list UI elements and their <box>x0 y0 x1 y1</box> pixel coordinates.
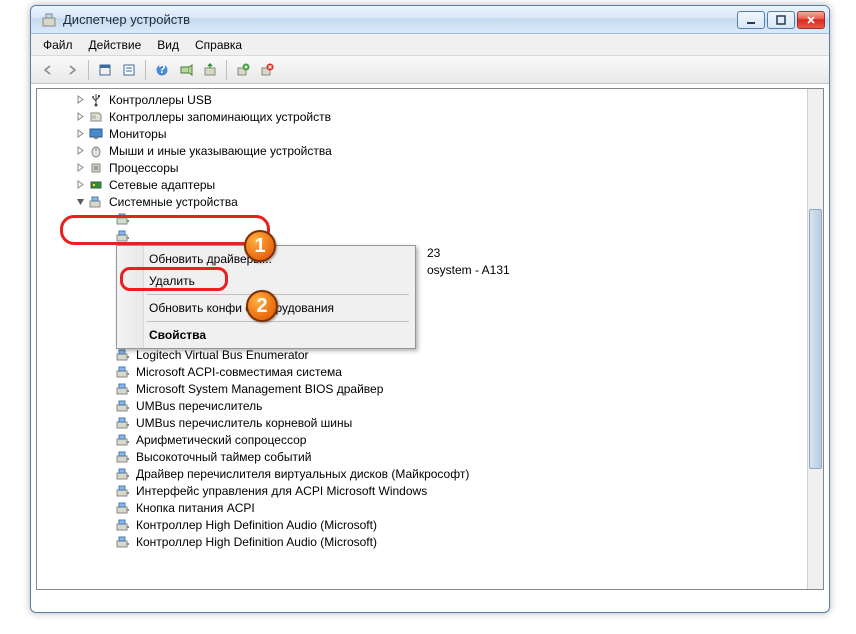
device-label: Кнопка питания ACPI <box>134 501 257 515</box>
device-label: Logitech Virtual Bus Enumerator <box>134 348 311 362</box>
category-icon <box>88 177 104 193</box>
device-icon <box>115 466 131 482</box>
device-icon <box>115 432 131 448</box>
category-icon <box>88 194 104 210</box>
category-label: Сетевые адаптеры <box>107 178 217 192</box>
app-icon <box>41 12 57 28</box>
uninstall-button[interactable] <box>232 59 254 81</box>
collapse-icon[interactable] <box>75 196 86 207</box>
category-label: Мониторы <box>107 127 168 141</box>
titlebar[interactable]: Диспетчер устройств <box>31 6 829 34</box>
device-label: Контроллер High Definition Audio (Micros… <box>134 518 379 532</box>
device-label: UMBus перечислитель корневой шины <box>134 416 354 430</box>
device-icon <box>115 398 131 414</box>
device-icon <box>115 415 131 431</box>
category-icon <box>88 109 104 125</box>
cm-uninstall[interactable]: Удалить <box>119 270 413 292</box>
forward-button[interactable] <box>61 59 83 81</box>
tree-device-row[interactable]: Высокоточный таймер событий <box>37 448 807 465</box>
tree-device-row[interactable]: Арифметический сопроцессор <box>37 431 807 448</box>
category-icon <box>88 92 104 108</box>
tree-device-row[interactable]: UMBus перечислитель <box>37 397 807 414</box>
badge-1: 1 <box>244 230 276 262</box>
expand-icon[interactable] <box>75 111 86 122</box>
category-label: Мыши и иные указывающие устройства <box>107 144 334 158</box>
badge-2: 2 <box>246 290 278 322</box>
minimize-button[interactable] <box>737 11 765 29</box>
scrollbar-thumb[interactable] <box>809 209 822 469</box>
cm-separator <box>147 321 409 322</box>
svg-text:?: ? <box>158 63 165 76</box>
device-icon <box>115 364 131 380</box>
help-button[interactable]: ? <box>151 59 173 81</box>
tree-category[interactable]: Сетевые адаптеры <box>37 176 807 193</box>
expand-icon[interactable] <box>75 162 86 173</box>
device-icon <box>115 500 131 516</box>
window-buttons <box>737 11 825 29</box>
expand-icon[interactable] <box>75 179 86 190</box>
device-label: Высокоточный таймер событий <box>134 450 313 464</box>
device-label: Microsoft ACPI-совместимая система <box>134 365 344 379</box>
maximize-button[interactable] <box>767 11 795 29</box>
window-title: Диспетчер устройств <box>63 12 737 27</box>
category-label: Системные устройства <box>107 195 240 209</box>
tree-category[interactable]: Мыши и иные указывающие устройства <box>37 142 807 159</box>
category-label: Контроллеры запоминающих устройств <box>107 110 333 124</box>
tree-device-row[interactable]: Кнопка питания ACPI <box>37 499 807 516</box>
device-label: Интерфейс управления для ACPI Microsoft … <box>134 484 429 498</box>
properties-button[interactable] <box>118 59 140 81</box>
device-label: Microsoft System Management BIOS драйвер <box>134 382 385 396</box>
vertical-scrollbar[interactable] <box>807 89 823 589</box>
category-icon <box>88 143 104 159</box>
expand-icon[interactable] <box>75 128 86 139</box>
view-button[interactable] <box>94 59 116 81</box>
tree-device-row[interactable] <box>37 227 807 244</box>
device-label: UMBus перечислитель <box>134 399 264 413</box>
tree-device-row[interactable]: Контроллер High Definition Audio (Micros… <box>37 533 807 550</box>
device-icon <box>115 381 131 397</box>
device-icon <box>115 534 131 550</box>
menu-action[interactable]: Действие <box>81 36 150 54</box>
tree-category[interactable]: Мониторы <box>37 125 807 142</box>
device-label-partial: osystem - A131 <box>427 263 510 277</box>
tree-device-row[interactable] <box>37 210 807 227</box>
device-icon <box>115 449 131 465</box>
menu-help[interactable]: Справка <box>187 36 250 54</box>
tree-device-row[interactable]: Microsoft ACPI-совместимая система <box>37 363 807 380</box>
device-label: Арифметический сопроцессор <box>134 433 308 447</box>
device-label-partial: 23 <box>427 246 440 260</box>
cm-separator <box>147 294 409 295</box>
category-icon <box>88 160 104 176</box>
tree-device-row[interactable]: Microsoft System Management BIOS драйвер <box>37 380 807 397</box>
menubar: Файл Действие Вид Справка <box>31 34 829 56</box>
tree-device-row[interactable]: Контроллер High Definition Audio (Micros… <box>37 516 807 533</box>
tree-device-row[interactable]: Интерфейс управления для ACPI Microsoft … <box>37 482 807 499</box>
device-label: Драйвер перечислителя виртуальных дисков… <box>134 467 471 481</box>
tree-category[interactable]: Процессоры <box>37 159 807 176</box>
menu-view[interactable]: Вид <box>149 36 187 54</box>
category-label: Контроллеры USB <box>107 93 214 107</box>
menu-file[interactable]: Файл <box>35 36 81 54</box>
scan-button[interactable] <box>175 59 197 81</box>
update-driver-button[interactable] <box>199 59 221 81</box>
expand-icon[interactable] <box>75 94 86 105</box>
expand-icon[interactable] <box>75 145 86 156</box>
toolbar: ? <box>31 56 829 84</box>
tree-category-system-devices[interactable]: Системные устройства <box>37 193 807 210</box>
cm-properties[interactable]: Свойства <box>119 324 413 346</box>
category-label: Процессоры <box>107 161 181 175</box>
tree-category[interactable]: Контроллеры USB <box>37 91 807 108</box>
tree-category[interactable]: Контроллеры запоминающих устройств <box>37 108 807 125</box>
back-button[interactable] <box>37 59 59 81</box>
device-icon <box>115 211 131 227</box>
tree-device-row[interactable]: UMBus перечислитель корневой шины <box>37 414 807 431</box>
tree-device-row[interactable]: Драйвер перечислителя виртуальных дисков… <box>37 465 807 482</box>
device-icon <box>115 483 131 499</box>
close-button[interactable] <box>797 11 825 29</box>
category-icon <box>88 126 104 142</box>
device-label: Контроллер High Definition Audio (Micros… <box>134 535 379 549</box>
device-icon <box>115 517 131 533</box>
disable-button[interactable] <box>256 59 278 81</box>
device-icon <box>115 228 131 244</box>
